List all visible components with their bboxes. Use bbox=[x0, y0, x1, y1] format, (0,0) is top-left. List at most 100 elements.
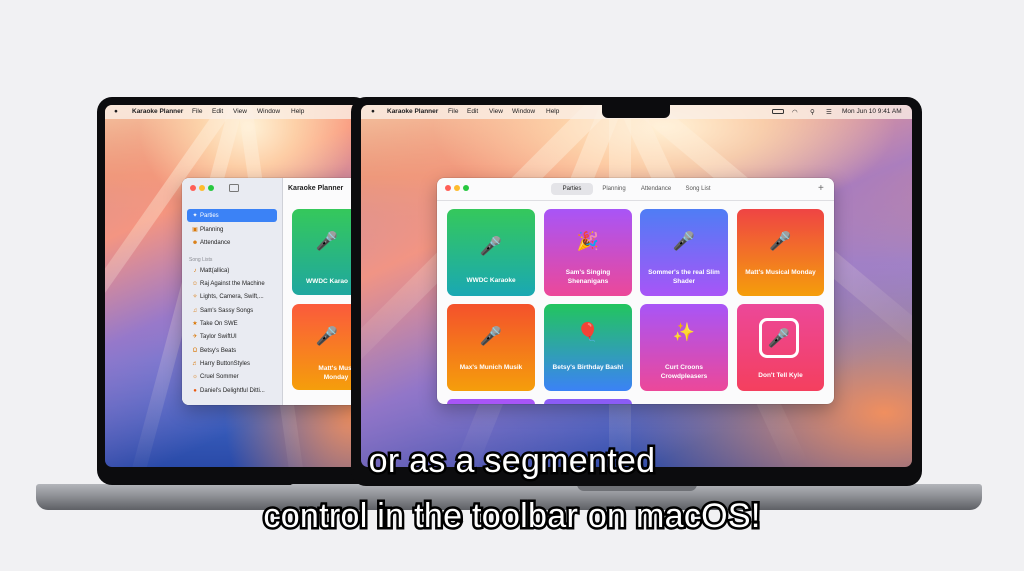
sidebar-toggle-icon[interactable] bbox=[229, 184, 239, 192]
segment-attendance[interactable]: Attendance bbox=[635, 183, 677, 195]
menubar-app-name[interactable]: Karaoke Planner bbox=[387, 108, 438, 115]
party-tile[interactable] bbox=[544, 399, 632, 404]
left-laptop-screen: ● Karaoke Planner File Edit View Window … bbox=[105, 105, 365, 467]
tile-title: WWDC Karaoke bbox=[466, 277, 516, 284]
sidebar-item-song-list[interactable]: ♪ Matt(allica) bbox=[187, 264, 277, 277]
menubar-clock[interactable]: Mon Jun 10 9:41 AM bbox=[842, 108, 902, 115]
menu-file[interactable]: File bbox=[192, 108, 202, 115]
menu-window[interactable]: Window bbox=[512, 108, 535, 115]
zoom-button[interactable] bbox=[463, 185, 469, 191]
tile-title: Matt's Musical Monday bbox=[745, 269, 816, 276]
menu-edit[interactable]: Edit bbox=[467, 108, 478, 115]
left-app-window: ✦ Parties ▣ Planning ☻ Attendance Song List… bbox=[182, 178, 365, 405]
menu-file[interactable]: File bbox=[448, 108, 458, 115]
sidebar-item-song-list[interactable]: Ω Betsy's Beats bbox=[187, 344, 277, 357]
party-tile[interactable]: ✨ Curt Croons Crowdpleasers bbox=[640, 304, 728, 391]
segment-song-list[interactable]: Song List bbox=[679, 183, 717, 195]
sidebar-item-label: Take On SWE bbox=[200, 320, 238, 327]
sidebar-item-label: Planning bbox=[200, 226, 224, 233]
left-menubar: ● Karaoke Planner File Edit View Window … bbox=[105, 105, 365, 119]
right-app-window: Parties Planning Attendance Song List + … bbox=[437, 178, 834, 404]
microphone-slash-icon: 🎤 bbox=[479, 326, 503, 346]
tile-title: Betsy's Birthday Bash! bbox=[552, 364, 624, 371]
tile-title: Max's Munich Musik bbox=[459, 364, 523, 371]
star-icon: ★ bbox=[192, 321, 198, 327]
party-tile[interactable]: 🎈 Betsy's Birthday Bash! bbox=[544, 304, 632, 391]
sidebar-item-label: Harry ButtonStyles bbox=[200, 360, 251, 367]
toolbar-title: Karaoke Planner bbox=[288, 185, 344, 192]
party-tile[interactable]: 🎤 Matt's Musical Monday bbox=[737, 209, 824, 296]
minimize-button[interactable] bbox=[454, 185, 460, 191]
party-popper-icon: ✦ bbox=[192, 213, 198, 219]
wifi-icon[interactable]: ◠ bbox=[792, 108, 798, 116]
party-tile[interactable] bbox=[447, 399, 535, 404]
microphone-square-icon: 🎤 bbox=[759, 318, 799, 358]
microphone-icon: 🎤 bbox=[479, 236, 503, 256]
sidebar-item-song-list[interactable]: ✈ Taylor SwiftUI bbox=[187, 330, 277, 343]
bird-icon: ✈ bbox=[192, 334, 198, 340]
menu-view[interactable]: View bbox=[489, 108, 503, 115]
sidebar-item-label: Raj Against the Machine bbox=[200, 280, 265, 287]
sidebar-item-label: Sam's Sassy Songs bbox=[200, 307, 254, 314]
tile-title: Curt Croons Crowdpleasers bbox=[660, 364, 708, 380]
party-tile[interactable]: 🎉 Sam's Singing Shenanigans bbox=[544, 209, 632, 296]
sidebar-item-planning[interactable]: ▣ Planning bbox=[187, 223, 277, 236]
menubar-app-name[interactable]: Karaoke Planner bbox=[132, 108, 183, 115]
menu-view[interactable]: View bbox=[233, 108, 247, 115]
menu-window[interactable]: Window bbox=[257, 108, 280, 115]
menu-edit[interactable]: Edit bbox=[212, 108, 223, 115]
minimize-button[interactable] bbox=[199, 185, 205, 191]
caption-line-1: or as a segmented bbox=[366, 440, 657, 483]
add-button[interactable]: + bbox=[818, 183, 824, 194]
sidebar-item-song-list[interactable]: ♬ Harry ButtonStyles bbox=[187, 357, 277, 370]
camera-notch bbox=[602, 105, 670, 118]
party-tile[interactable]: 🎤 Max's Munich Musik bbox=[447, 304, 535, 391]
music-notes-icon: ♫ bbox=[192, 307, 198, 314]
segment-planning[interactable]: Planning bbox=[594, 183, 634, 195]
close-button[interactable] bbox=[190, 185, 196, 191]
right-laptop-screen: ● Karaoke Planner File Edit View Window … bbox=[361, 105, 912, 467]
search-icon[interactable]: ⚲ bbox=[810, 108, 815, 116]
battery-icon[interactable] bbox=[772, 109, 784, 114]
sidebar-item-label: Betsy's Beats bbox=[200, 347, 237, 354]
headphones-icon: Ω bbox=[192, 347, 198, 354]
tile-title: Sam's Singing Shenanigans bbox=[565, 269, 611, 285]
sparkles-icon: ✨ bbox=[672, 322, 696, 342]
microphone-tilted-icon: 🎤 bbox=[672, 231, 696, 251]
sidebar-item-label: Taylor SwiftUI bbox=[200, 333, 237, 340]
menu-help[interactable]: Help bbox=[546, 108, 559, 115]
sidebar-item-song-list[interactable]: ♫ Sam's Sassy Songs bbox=[187, 304, 277, 317]
sidebar-item-song-list[interactable]: ★ Take On SWE bbox=[187, 317, 277, 330]
zoom-button[interactable] bbox=[208, 185, 214, 191]
tile-title: WWDC Karao bbox=[306, 278, 348, 285]
control-center-icon[interactable]: ☰ bbox=[826, 108, 832, 116]
close-button[interactable] bbox=[445, 185, 451, 191]
sparkle-icon: ✧ bbox=[192, 294, 198, 300]
balloons-icon: 🎈 bbox=[576, 322, 600, 342]
sidebar-item-song-list[interactable]: ☺ Raj Against the Machine bbox=[187, 277, 277, 290]
segment-parties[interactable]: Parties bbox=[551, 183, 593, 195]
caption-line-2: control in the toolbar on macOS! bbox=[261, 495, 763, 538]
party-tile[interactable]: 🎤 Don't Tell Kyle bbox=[737, 304, 824, 391]
sidebar-item-song-list[interactable]: ● Daniel's Delightful Ditti... bbox=[187, 384, 277, 397]
sidebar-item-label: Attendance bbox=[200, 239, 231, 246]
sidebar-item-label: Parties bbox=[200, 212, 219, 219]
apple-icon[interactable]: ● bbox=[114, 108, 118, 115]
sidebar-item-attendance[interactable]: ☻ Attendance bbox=[187, 236, 277, 249]
sidebar-item-label: Lights, Camera, Swift,... bbox=[200, 293, 264, 300]
sidebar: ✦ Parties ▣ Planning ☻ Attendance Song List… bbox=[182, 178, 283, 405]
party-tile[interactable]: 🎤 Sommer's the real Slim Shader bbox=[640, 209, 728, 296]
tile-title: Don't Tell Kyle bbox=[758, 372, 803, 379]
music-note-icon: ♪ bbox=[193, 267, 197, 274]
song-lists-header: Song Lists bbox=[189, 257, 213, 263]
sidebar-item-parties[interactable]: ✦ Parties bbox=[187, 209, 277, 222]
microphone-circle-icon: 🎤 bbox=[769, 231, 792, 251]
circle-icon: ● bbox=[193, 387, 197, 394]
apple-icon[interactable]: ● bbox=[371, 108, 375, 115]
party-tile[interactable]: 🎤 WWDC Karaoke bbox=[447, 209, 535, 296]
sidebar-item-song-list[interactable]: ✧ Lights, Camera, Swift,... bbox=[187, 290, 277, 303]
menu-help[interactable]: Help bbox=[291, 108, 304, 115]
smiley-icon: ☺ bbox=[191, 280, 199, 287]
people-icon: ☻ bbox=[191, 239, 199, 246]
sidebar-item-song-list[interactable]: ☼ Cruel Sommer bbox=[187, 370, 277, 383]
